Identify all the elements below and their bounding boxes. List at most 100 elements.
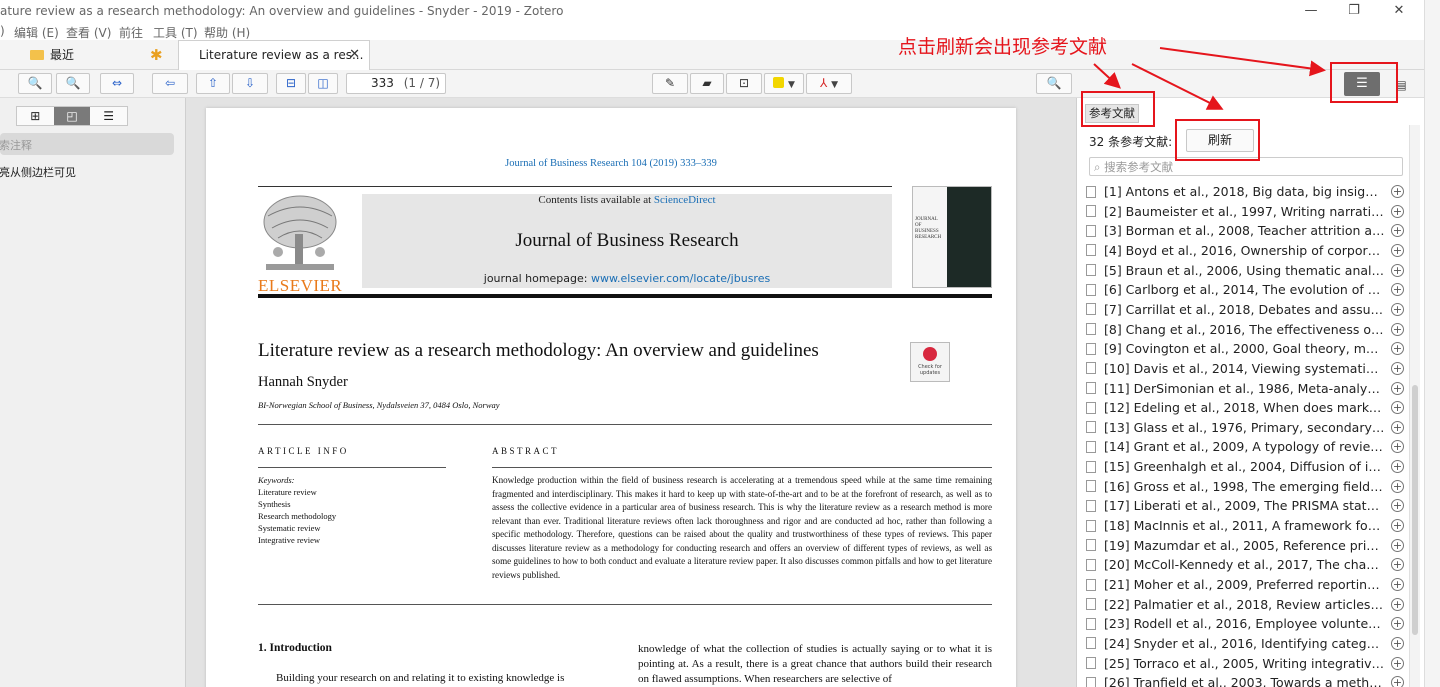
add-reference-icon[interactable]: + [1391, 597, 1404, 611]
reference-item[interactable]: [5] Braun et al., 2006, Using thematic a… [1086, 261, 1404, 280]
thick-rule [258, 294, 992, 298]
homepage-prefix: journal homepage: [483, 272, 591, 285]
reference-item[interactable]: [15] Greenhalgh et al., 2004, Diffusion … [1086, 457, 1404, 476]
reference-item[interactable]: [23] Rodell et al., 2016, Employee volun… [1086, 614, 1404, 633]
keywords-block: Keywords: Literature review Synthesis Re… [258, 474, 336, 546]
reference-item[interactable]: [6] Carlborg et al., 2014, The evolution… [1086, 280, 1404, 299]
color-picker-button[interactable]: ▼ [764, 73, 804, 94]
reference-item[interactable]: [2] Baumeister et al., 1997, Writing nar… [1086, 202, 1404, 221]
menu-item-go[interactable]: 前往 [119, 24, 143, 41]
add-reference-icon[interactable]: + [1391, 656, 1404, 670]
reference-item[interactable]: [16] Gross et al., 1998, The emerging fi… [1086, 477, 1404, 496]
zoom-out-button[interactable]: 🔍 [18, 73, 52, 94]
next-page-button[interactable]: ⇩ [232, 73, 268, 94]
reference-item[interactable]: [9] Covington et al., 2000, Goal theory,… [1086, 339, 1404, 358]
maximize-icon[interactable]: ❐ [1345, 3, 1363, 19]
add-reference-icon[interactable]: + [1391, 676, 1404, 687]
reference-item[interactable]: [22] Palmatier et al., 2018, Review arti… [1086, 595, 1404, 614]
annotation-search-input[interactable]: 搜索注释 [0, 133, 174, 155]
menu-item-tools[interactable]: 工具 (T) [153, 24, 198, 41]
scroll-mode-button[interactable]: ⊟ [276, 73, 306, 94]
reference-scrollbar[interactable] [1409, 125, 1420, 687]
reference-item[interactable]: [12] Edeling et al., 2018, When does mar… [1086, 398, 1404, 417]
reference-item[interactable]: [19] Mazumdar et al., 2005, Reference pr… [1086, 536, 1404, 555]
reference-item[interactable]: [3] Borman et al., 2008, Teacher attriti… [1086, 221, 1404, 240]
reference-item[interactable]: [14] Grant et al., 2009, A typology of r… [1086, 437, 1404, 456]
highlight-tool-button[interactable]: ✎ [652, 73, 688, 94]
menu-item-view[interactable]: 查看 (V) [66, 24, 111, 41]
menu-item-edit[interactable]: 编辑 (E) [14, 24, 59, 41]
reference-item-label: [19] Mazumdar et al., 2005, Reference pr… [1104, 537, 1391, 553]
reference-item[interactable]: [17] Liberati et al., 2009, The PRISMA s… [1086, 496, 1404, 515]
add-reference-icon[interactable]: + [1391, 420, 1404, 434]
reference-item[interactable]: [13] Glass et al., 1976, Primary, second… [1086, 418, 1404, 437]
reference-item-label: [20] McColl-Kennedy et al., 2017, The ch… [1104, 557, 1391, 573]
reference-item[interactable]: [10] Davis et al., 2014, Viewing systema… [1086, 359, 1404, 378]
reference-item-label: [23] Rodell et al., 2016, Employee volun… [1104, 616, 1391, 632]
annotations-view-icon[interactable]: ◰ [53, 107, 91, 125]
pdf-menu-button[interactable]: ⅄ ▼ [806, 73, 852, 94]
add-reference-icon[interactable]: + [1391, 558, 1404, 572]
add-reference-icon[interactable]: + [1391, 185, 1404, 198]
add-reference-icon[interactable]: + [1391, 302, 1404, 316]
scrollbar-thumb[interactable] [1412, 385, 1418, 635]
reference-item[interactable]: [18] MacInnis et al., 2011, A framework … [1086, 516, 1404, 535]
add-reference-icon[interactable]: + [1391, 440, 1404, 454]
add-reference-icon[interactable]: + [1391, 617, 1404, 631]
add-reference-icon[interactable]: + [1391, 636, 1404, 650]
reference-count: 32 条参考文献: [1089, 135, 1173, 149]
close-window-icon[interactable]: ✕ [1390, 3, 1408, 19]
spread-mode-button[interactable]: ◫ [308, 73, 338, 94]
add-reference-icon[interactable]: + [1391, 381, 1404, 395]
add-reference-icon[interactable]: + [1391, 243, 1404, 257]
add-reference-icon[interactable]: + [1391, 578, 1404, 591]
library-tab-icon[interactable]: ✱ [150, 46, 163, 64]
reference-item[interactable]: [26] Tranfield et al., 2003, Towards a m… [1086, 673, 1404, 687]
previous-page-button[interactable]: ⇧ [196, 73, 230, 94]
reference-item[interactable]: [11] DerSimonian et al., 1986, Meta-anal… [1086, 379, 1404, 398]
tab-recent[interactable]: 最近 [30, 46, 74, 63]
back-button[interactable]: ⇦ [152, 73, 188, 94]
add-reference-icon[interactable]: + [1391, 499, 1404, 513]
add-reference-icon[interactable]: + [1391, 224, 1404, 238]
add-reference-icon[interactable]: + [1391, 519, 1404, 533]
reference-item[interactable]: [4] Boyd et al., 2016, Ownership of corp… [1086, 241, 1404, 260]
add-reference-icon[interactable]: + [1391, 460, 1404, 474]
homepage-link[interactable]: www.elsevier.com/locate/jbusres [591, 272, 770, 285]
area-tool-button[interactable]: ⊡ [726, 73, 762, 94]
minimize-icon[interactable]: — [1302, 3, 1320, 19]
menu-item-file[interactable]: ) [0, 24, 5, 38]
reference-item[interactable]: [21] Moher et al., 2009, Preferred repor… [1086, 575, 1404, 594]
page-number-input[interactable]: 333 [371, 76, 394, 90]
zoom-in-button[interactable]: 🔍 [56, 73, 90, 94]
add-reference-icon[interactable]: + [1391, 479, 1404, 493]
add-reference-icon[interactable]: + [1391, 263, 1404, 277]
note-tool-button[interactable]: ▰ [690, 73, 724, 94]
fit-width-icon: ⇔ [111, 76, 123, 90]
close-tab-icon[interactable]: ✕ [349, 47, 360, 62]
reference-item[interactable]: [20] McColl-Kennedy et al., 2017, The ch… [1086, 555, 1404, 574]
intro-heading: 1. Introduction [258, 642, 332, 654]
add-reference-icon[interactable]: + [1391, 283, 1404, 297]
page-number-field[interactable]: 333 (1 / 7) [346, 73, 446, 94]
add-reference-icon[interactable]: + [1391, 322, 1404, 336]
reference-item[interactable]: [1] Antons et al., 2018, Big data, big i… [1086, 182, 1404, 201]
thumbnails-icon[interactable]: ⊞ [17, 107, 54, 125]
keyword-item: Literature review [258, 487, 317, 497]
tab-document[interactable]: Literature review as a res... ✕ [178, 40, 370, 70]
intro-left-text: Building your research on and relating i… [276, 672, 565, 684]
menu-item-help[interactable]: 帮助 (H) [204, 24, 250, 41]
sciencedirect-link[interactable]: ScienceDirect [654, 194, 716, 206]
reference-item[interactable]: [24] Snyder et al., 2016, Identifying ca… [1086, 634, 1404, 653]
reference-item[interactable]: [25] Torraco et al., 2005, Writing integ… [1086, 654, 1404, 673]
fit-width-button[interactable]: ⇔ [100, 73, 134, 94]
reference-item[interactable]: [7] Carrillat et al., 2018, Debates and … [1086, 300, 1404, 319]
outline-icon[interactable]: ☰ [90, 107, 127, 125]
add-reference-icon[interactable]: + [1391, 538, 1404, 552]
add-reference-icon[interactable]: + [1391, 204, 1404, 218]
add-reference-icon[interactable]: + [1391, 401, 1404, 415]
add-reference-icon[interactable]: + [1391, 361, 1404, 375]
check-updates-badge[interactable]: Check for updates [910, 342, 950, 382]
add-reference-icon[interactable]: + [1391, 342, 1404, 356]
reference-item[interactable]: [8] Chang et al., 2016, The effectivenes… [1086, 320, 1404, 339]
